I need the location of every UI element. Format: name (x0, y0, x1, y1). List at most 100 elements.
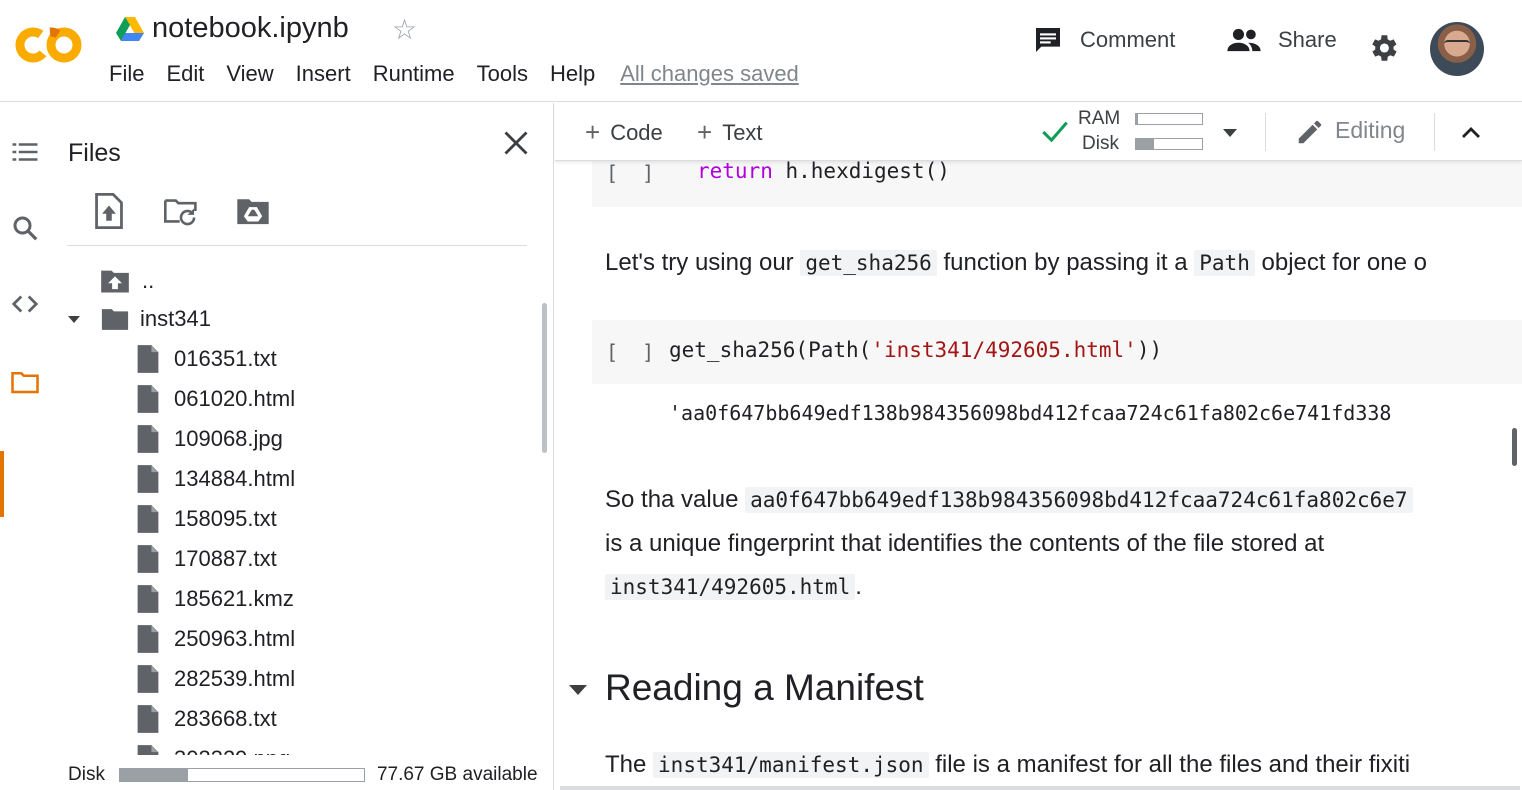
file-item[interactable]: 185621.kmz (136, 579, 294, 619)
file-item[interactable]: 283668.txt (136, 699, 277, 739)
ram-meter[interactable] (1135, 113, 1203, 125)
inline-code: aa0f647bb649edf138b984356098bd412fcaa724… (745, 487, 1413, 513)
add-code-button[interactable]: + Code (585, 117, 663, 148)
text-run: . (855, 573, 862, 600)
comment-label: Comment (1080, 27, 1176, 52)
disk-usage: Disk 77.67 GB available (68, 764, 538, 786)
disk-meter[interactable] (1135, 138, 1203, 150)
ram-meter-fill (1136, 114, 1138, 124)
file-icon (137, 425, 159, 453)
run-cell-button[interactable]: [ ] (606, 161, 660, 185)
code-run: )) (1136, 338, 1163, 362)
menu-tools[interactable]: Tools (477, 61, 528, 87)
menu-insert[interactable]: Insert (296, 61, 351, 87)
add-text-button[interactable]: + Text (697, 117, 763, 148)
folder-icon[interactable] (10, 367, 40, 397)
ram-label: RAM (1078, 108, 1121, 129)
file-item[interactable]: 134884.html (136, 459, 295, 499)
mount-drive-icon[interactable] (236, 193, 270, 229)
file-icon (137, 705, 159, 733)
section-collapse-icon[interactable] (569, 685, 587, 695)
folder-inst341[interactable]: inst341 (66, 299, 211, 339)
refresh-folder-icon[interactable] (164, 193, 198, 229)
file-item[interactable]: 158095.txt (136, 499, 277, 539)
side-rail (0, 103, 50, 790)
file-item[interactable]: 282539.html (136, 659, 295, 699)
colab-logo[interactable] (14, 24, 84, 66)
chevron-up-icon[interactable] (1459, 121, 1483, 145)
runtime-dropdown-icon[interactable] (1223, 129, 1237, 137)
notebook-scrollbar[interactable] (1512, 428, 1517, 466)
chevron-down-icon[interactable] (66, 313, 82, 325)
share-button[interactable]: Share (1226, 24, 1337, 56)
file-tree: .. inst341 016351.txt 061020.html 109068.j… (50, 259, 540, 755)
separator (1265, 113, 1266, 151)
avatar[interactable] (1430, 22, 1484, 76)
separator (1434, 113, 1435, 151)
notebook-toolbar: + Code + Text RAM Disk Editing (555, 103, 1522, 161)
menu-help[interactable]: Help (550, 61, 595, 87)
text-line: inst341/492605.html. (605, 565, 1413, 609)
disk-available: 77.67 GB available (376, 764, 538, 785)
files-scrollbar[interactable] (542, 303, 547, 453)
menu-edit[interactable]: Edit (166, 61, 204, 87)
table-of-contents-icon[interactable] (10, 137, 40, 167)
file-name: 282539.html (174, 666, 296, 691)
code-text[interactable]: return h.hexdigest() (697, 161, 950, 183)
code-snippets-icon[interactable] (10, 289, 40, 319)
menu-file[interactable]: File (109, 61, 144, 87)
drive-icon[interactable] (116, 17, 144, 41)
file-icon (137, 625, 159, 653)
people-icon (1227, 28, 1261, 52)
file-item[interactable]: 109068.jpg (136, 419, 283, 459)
file-item[interactable]: 250963.html (136, 619, 295, 659)
code-cell[interactable]: [ ] get_sha256(Path('inst341/492605.html… (592, 320, 1522, 384)
editing-mode-label[interactable]: Editing (1335, 117, 1405, 144)
comment-button[interactable]: Comment (1032, 24, 1175, 56)
files-panel: Files .. inst341 016351.txt 061020.html … (50, 103, 554, 790)
text-cell[interactable]: So tha value aa0f647bb649edf138b98435609… (605, 478, 1413, 609)
file-item[interactable]: 170887.txt (136, 539, 277, 579)
parent-directory[interactable]: .. (100, 261, 154, 301)
file-name: 109068.jpg (174, 426, 283, 451)
connected-check-icon (1042, 121, 1068, 143)
run-cell-button[interactable]: [ ] (606, 340, 660, 364)
search-icon[interactable] (10, 213, 40, 243)
file-icon (137, 385, 159, 413)
disk-meter-fill (119, 769, 189, 781)
file-item[interactable]: 303329.png (136, 739, 290, 755)
share-label: Share (1278, 27, 1337, 52)
code-keyword: return (697, 161, 773, 183)
code-cell[interactable]: [ ] return h.hexdigest() (592, 161, 1522, 207)
text-run: Let's try using our (605, 249, 801, 276)
gear-icon[interactable] (1366, 31, 1400, 65)
notebook-content: [ ] return h.hexdigest() Let's try using… (555, 161, 1522, 790)
cell-output: 'aa0f647bb649edf138b984356098bd412fcaa72… (669, 401, 1392, 425)
file-icon (137, 545, 159, 573)
code-text[interactable]: get_sha256(Path('inst341/492605.html')) (669, 338, 1162, 362)
section-heading: Reading a Manifest (605, 667, 924, 708)
close-icon[interactable] (502, 129, 530, 157)
menu-view[interactable]: View (226, 61, 273, 87)
text-run: function by passing it a (936, 249, 1195, 276)
file-item[interactable]: 061020.html (136, 379, 295, 419)
save-status-link[interactable]: All changes saved (620, 61, 799, 87)
text-line: is a unique fingerprint that identifies … (605, 530, 1325, 557)
text-cell[interactable]: The inst341/manifest.json file is a mani… (605, 743, 1410, 787)
horizontal-scrollbar[interactable] (560, 786, 1520, 790)
text-cell[interactable]: Let's try using our get_sha256 function … (605, 241, 1427, 285)
disk-label: Disk (68, 764, 105, 785)
pencil-icon[interactable] (1295, 117, 1325, 147)
star-icon[interactable]: ☆ (392, 13, 417, 46)
notebook-title[interactable]: notebook.ipynb (152, 12, 349, 45)
folder-up-icon (101, 270, 129, 293)
file-name: 016351.txt (174, 346, 277, 371)
add-code-label: Code (610, 119, 663, 145)
upload-icon[interactable] (92, 193, 126, 229)
disk-label: Disk (1082, 133, 1119, 154)
menu-runtime[interactable]: Runtime (373, 61, 455, 87)
file-name: 158095.txt (174, 506, 277, 531)
file-item[interactable]: 016351.txt (136, 339, 277, 379)
disk-meter-fill (1136, 139, 1155, 149)
divider (67, 245, 527, 246)
